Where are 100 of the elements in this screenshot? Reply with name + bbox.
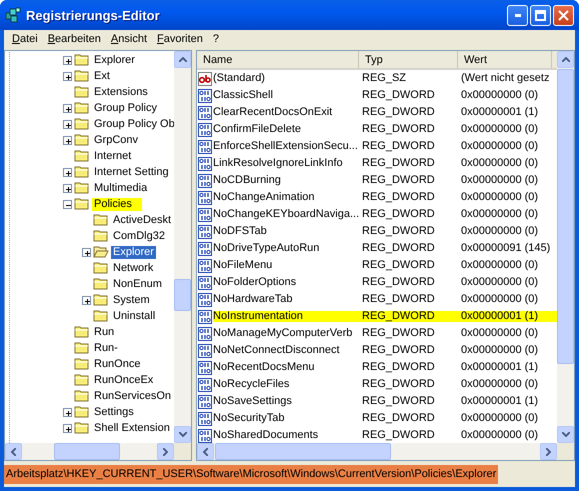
maximize-button[interactable]: [530, 4, 551, 26]
menu-item[interactable]: Favoriten: [152, 34, 208, 44]
column-header[interactable]: Wert: [458, 51, 552, 68]
horizontal-scrollbar[interactable]: [5, 443, 174, 460]
scroll-up-button[interactable]: [557, 51, 574, 68]
value-type: REG_SZ: [361, 73, 408, 84]
value-name[interactable]: ClassicShell: [213, 90, 273, 101]
value-name[interactable]: NoManageMyComputerVerb: [213, 328, 352, 339]
scroll-left-button[interactable]: [5, 443, 22, 460]
value-data: 0x00000000 (0): [460, 175, 538, 186]
value-data: 0x00000000 (0): [460, 226, 538, 237]
value-type: REG_DWORD: [361, 141, 436, 152]
tree-item[interactable]: Extensions: [92, 86, 150, 98]
value-name[interactable]: NoSecurityTab: [213, 413, 285, 424]
expand-icon[interactable]: [63, 184, 72, 192]
column-header[interactable]: Typ: [359, 51, 458, 68]
tree-item[interactable]: Policies: [92, 198, 142, 210]
expand-icon[interactable]: [63, 168, 72, 176]
tree-item[interactable]: Ext: [92, 70, 112, 82]
expand-icon[interactable]: [63, 408, 72, 416]
tree-item[interactable]: Group Policy Ob: [92, 118, 174, 130]
value-name[interactable]: NoFileMenu: [213, 260, 272, 271]
value-type: REG_DWORD: [361, 243, 436, 254]
tree-item[interactable]: Run-: [92, 342, 120, 354]
vertical-scrollbar[interactable]: [557, 51, 574, 443]
scroll-down-button[interactable]: [557, 426, 574, 443]
expand-icon[interactable]: [63, 424, 72, 432]
tree-item[interactable]: Network: [111, 262, 156, 274]
value-name[interactable]: NoNetConnectDisconnect: [213, 345, 340, 356]
tree-item[interactable]: Explorer: [92, 54, 137, 66]
tree-item[interactable]: RunOnceEx: [92, 374, 156, 386]
menu-item[interactable]: Ansicht: [106, 34, 152, 44]
tree-item[interactable]: Internet: [92, 150, 134, 162]
tree-item[interactable]: ComDlg32: [111, 230, 167, 242]
expand-icon[interactable]: [82, 248, 91, 256]
menu-item[interactable]: Bearbeiten: [42, 34, 106, 44]
tree-item[interactable]: GrpConv: [92, 134, 140, 146]
expand-icon[interactable]: [63, 136, 72, 144]
value-name[interactable]: NoSaveSettings: [213, 396, 292, 407]
scroll-thumb[interactable]: [557, 69, 574, 364]
value-name[interactable]: NoChangeAnimation: [213, 192, 315, 203]
expand-icon[interactable]: [63, 56, 72, 64]
tree-item[interactable]: Explorer: [111, 246, 156, 258]
scroll-thumb[interactable]: [215, 443, 391, 460]
tree-item[interactable]: Uninstall: [111, 310, 158, 322]
tree-item[interactable]: Group Policy: [92, 102, 159, 114]
value-name[interactable]: NoCDBurning: [213, 175, 281, 186]
registry-editor-icon: [5, 7, 21, 23]
expand-icon[interactable]: [82, 296, 91, 304]
horizontal-scrollbar[interactable]: [197, 443, 557, 460]
folder-icon: [93, 213, 109, 227]
tree-item[interactable]: RunServicesOn: [92, 390, 174, 402]
value-name[interactable]: EnforceShellExtensionSecu...: [213, 141, 358, 152]
column-header[interactable]: Name: [197, 51, 359, 68]
tree-item[interactable]: Shell Extension: [92, 422, 172, 434]
value-data: 0x00000000 (0): [460, 141, 538, 152]
tree-item[interactable]: System: [111, 294, 152, 306]
folder-icon: [74, 405, 90, 419]
value-type: REG_DWORD: [361, 124, 436, 135]
value-name[interactable]: NoDriveTypeAutoRun: [213, 243, 320, 254]
value-name[interactable]: NoSharedDocuments: [213, 430, 318, 441]
value-name[interactable]: LinkResolveIgnoreLinkInfo: [213, 158, 343, 169]
value-name[interactable]: NoRecycleFiles: [213, 379, 290, 390]
value-type: REG_DWORD: [361, 345, 436, 356]
expand-icon[interactable]: [63, 120, 72, 128]
scroll-right-button[interactable]: [540, 443, 557, 460]
scroll-down-button[interactable]: [174, 426, 191, 443]
tree-item[interactable]: ActiveDeskt: [111, 214, 174, 226]
expand-icon[interactable]: [63, 104, 72, 112]
scroll-right-button[interactable]: [157, 443, 174, 460]
value-name[interactable]: ClearRecentDocsOnExit: [213, 107, 332, 118]
menu-item[interactable]: Datei: [7, 34, 43, 44]
tree-item[interactable]: Settings: [92, 406, 136, 418]
folder-icon: [93, 309, 109, 323]
value-name[interactable]: NoInstrumentation: [213, 311, 359, 322]
scroll-thumb[interactable]: [54, 443, 120, 460]
tree-item[interactable]: Run: [92, 326, 116, 338]
tree-item[interactable]: NonEnum: [111, 278, 164, 290]
value-name[interactable]: ConfirmFileDelete: [213, 124, 302, 135]
collapse-icon[interactable]: [63, 200, 72, 208]
folder-icon: [93, 261, 109, 275]
value-name[interactable]: NoRecentDocsMenu: [213, 362, 314, 373]
scroll-left-button[interactable]: [197, 443, 214, 460]
value-name[interactable]: NoChangeKEYboardNaviga...: [213, 209, 360, 220]
scroll-up-button[interactable]: [174, 51, 191, 68]
tree-item[interactable]: Internet Setting: [92, 166, 171, 178]
folder-icon: [74, 389, 90, 403]
value-name[interactable]: NoFolderOptions: [213, 277, 296, 288]
folder-icon: [74, 325, 90, 339]
tree-item[interactable]: Multimedia: [92, 182, 150, 194]
scroll-thumb[interactable]: [174, 279, 191, 311]
minimize-button[interactable]: [507, 4, 528, 26]
value-name[interactable]: NoHardwareTab: [213, 294, 292, 305]
tree-item[interactable]: RunOnce: [92, 358, 142, 370]
vertical-scrollbar[interactable]: [174, 51, 191, 443]
value-name[interactable]: NoDFSTab: [213, 226, 267, 237]
menu-item[interactable]: ?: [208, 34, 224, 44]
close-button[interactable]: [553, 4, 574, 26]
value-name[interactable]: (Standard): [213, 73, 265, 84]
expand-icon[interactable]: [63, 72, 72, 80]
